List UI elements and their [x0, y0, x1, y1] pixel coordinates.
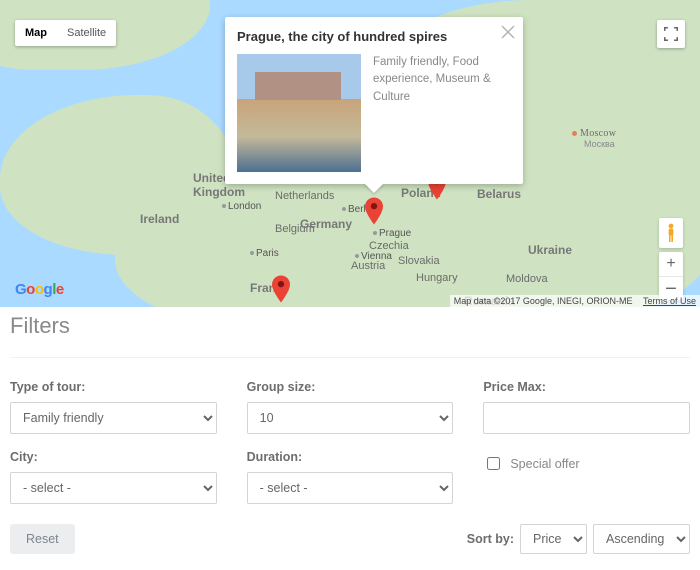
map-label-moscow: Moscow: [572, 128, 616, 139]
map-label-moldova: Moldova: [506, 273, 548, 285]
attribution-text: Map data ©2017 Google, INEGI, ORION-ME: [454, 296, 633, 306]
map-label-hungary: Hungary: [416, 272, 458, 284]
map-label-belarus: Belarus: [477, 187, 521, 201]
map-label-vienna: Vienna: [355, 251, 392, 262]
map-label-germany: Germany: [300, 217, 352, 231]
city-label: City:: [10, 450, 217, 464]
streetview-pegman[interactable]: [659, 218, 683, 248]
map-type-satellite[interactable]: Satellite: [57, 20, 116, 46]
map-label-slovakia: Slovakia: [398, 255, 440, 267]
filters-section: Filters Type of tour: Family friendly Gr…: [0, 307, 700, 570]
zoom-in-button[interactable]: +: [659, 252, 683, 276]
google-logo[interactable]: Google: [15, 281, 64, 298]
fullscreen-icon: [664, 27, 678, 41]
close-icon: [501, 25, 515, 39]
map-label-london: London: [222, 201, 261, 212]
info-title: Prague, the city of hundred spires: [237, 29, 505, 44]
map-info-window: Prague, the city of hundred spires Famil…: [225, 17, 523, 184]
duration-label: Duration:: [247, 450, 454, 464]
type-select[interactable]: Family friendly: [10, 402, 217, 434]
type-label: Type of tour:: [10, 380, 217, 394]
info-close-button[interactable]: [501, 25, 515, 39]
sort-direction-select[interactable]: Ascending: [593, 524, 690, 554]
group-label: Group size:: [247, 380, 454, 394]
map-label-prague: Prague: [373, 228, 411, 239]
map-label-moscow-ru: Москва: [584, 139, 615, 149]
info-window-tail: [364, 183, 384, 193]
sort-group: Sort by: Price Ascending: [467, 524, 690, 554]
info-tags: Family friendly, Food experience, Museum…: [373, 54, 505, 172]
map[interactable]: UnitedKingdom Ireland Netherlands Belgiu…: [0, 0, 700, 307]
terms-link[interactable]: Terms of Use: [643, 296, 696, 306]
field-price: Price Max:: [483, 380, 690, 434]
field-city: City: - select -: [10, 450, 217, 504]
map-attribution: Map data ©2017 Google, INEGI, ORION-ME T…: [450, 295, 700, 307]
divider: [10, 357, 690, 358]
map-marker[interactable]: [365, 197, 383, 225]
price-input[interactable]: [483, 402, 690, 434]
field-group: Group size: 10: [247, 380, 454, 434]
map-type-control[interactable]: Map Satellite: [15, 20, 116, 46]
sort-field-select[interactable]: Price: [520, 524, 587, 554]
group-select[interactable]: 10: [247, 402, 454, 434]
map-label-paris: Paris: [250, 248, 279, 259]
price-label: Price Max:: [483, 380, 690, 394]
city-select[interactable]: - select -: [10, 472, 217, 504]
special-label: Special offer: [510, 457, 579, 471]
duration-select[interactable]: - select -: [247, 472, 454, 504]
map-marker[interactable]: [272, 275, 290, 303]
field-special: Special offer: [483, 450, 690, 504]
special-checkbox[interactable]: [487, 457, 500, 470]
map-label-ukraine: Ukraine: [528, 243, 572, 257]
map-type-map[interactable]: Map: [15, 20, 57, 46]
fullscreen-button[interactable]: [657, 20, 685, 48]
field-duration: Duration: - select -: [247, 450, 454, 504]
zoom-control: + −: [659, 252, 683, 300]
info-thumbnail[interactable]: [237, 54, 361, 172]
filters-heading: Filters: [10, 313, 690, 339]
map-label-ireland: Ireland: [140, 212, 179, 226]
sort-label: Sort by:: [467, 532, 514, 546]
pegman-icon: [665, 223, 677, 243]
field-type: Type of tour: Family friendly: [10, 380, 217, 434]
reset-button[interactable]: Reset: [10, 524, 75, 554]
map-label-netherlands: Netherlands: [275, 190, 334, 202]
